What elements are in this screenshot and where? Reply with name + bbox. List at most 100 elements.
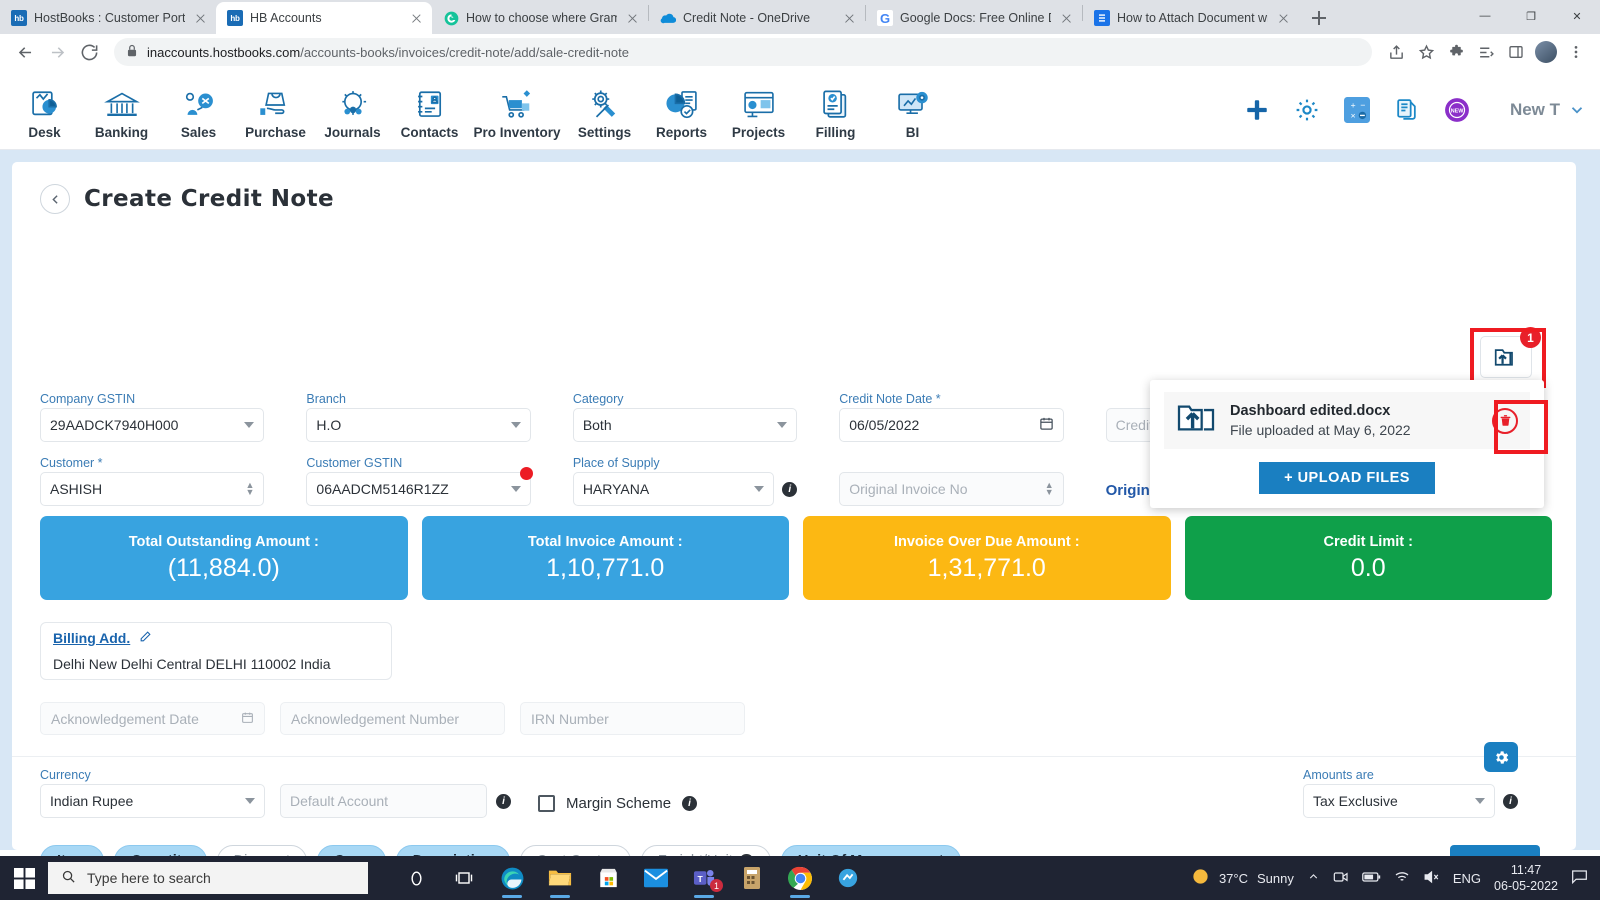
close-icon[interactable]: [408, 10, 424, 26]
info-icon[interactable]: i: [782, 481, 798, 497]
notification-icon[interactable]: [1571, 869, 1588, 887]
nav-item-reports[interactable]: Reports: [643, 80, 720, 140]
browser-tab[interactable]: How to Attach Document wit: [1083, 2, 1299, 34]
wifi-icon[interactable]: [1394, 870, 1410, 887]
teams-icon[interactable]: T 1: [682, 856, 726, 900]
original-invoice-no-input[interactable]: Original Invoice No ▲ ▼: [839, 472, 1064, 506]
back-button[interactable]: [40, 184, 70, 214]
reload-icon[interactable]: [74, 37, 104, 67]
edge-icon[interactable]: [490, 856, 534, 900]
share-icon[interactable]: [1382, 38, 1410, 66]
customer-select[interactable]: ASHISH ▲ ▼: [40, 472, 265, 506]
nav-item-banking[interactable]: Banking: [83, 80, 160, 140]
chrome-menu-icon[interactable]: [1562, 38, 1590, 66]
browser-tab[interactable]: Credit Note - OneDrive: [649, 2, 865, 34]
cortana-icon[interactable]: [394, 856, 438, 900]
customer-gstin-select[interactable]: 06AADCM5146R1ZZ: [306, 472, 531, 506]
billing-address-link[interactable]: Billing Add.: [53, 630, 130, 646]
nav-item-sales[interactable]: Sales: [160, 80, 237, 140]
stepper-icon[interactable]: ▲ ▼: [1045, 481, 1054, 497]
form-row-1: Company GSTIN 29AADCK7940H000 Branch H.O…: [40, 390, 1331, 442]
stepper-icon[interactable]: ▲ ▼: [245, 481, 254, 497]
maximize-button[interactable]: ❐: [1508, 0, 1554, 32]
browser-tab-active[interactable]: hb HB Accounts: [216, 2, 432, 34]
nav-item-journals[interactable]: Journals: [314, 80, 391, 140]
browser-tab[interactable]: G Google Docs: Free Online Do: [866, 2, 1082, 34]
language-indicator[interactable]: ENG: [1453, 871, 1481, 886]
profile-avatar[interactable]: [1532, 38, 1560, 66]
new-tab-button[interactable]: [1305, 4, 1333, 32]
edit-pencil-icon[interactable]: [139, 631, 152, 646]
forward-icon[interactable]: [42, 37, 72, 67]
irn-number-input[interactable]: IRN Number: [520, 702, 745, 735]
calendar-icon[interactable]: [241, 711, 254, 727]
nav-item-pro-inventory[interactable]: Pro Inventory: [468, 80, 566, 140]
close-icon[interactable]: [1058, 10, 1074, 26]
category-select[interactable]: Both: [572, 408, 798, 442]
upload-files-button[interactable]: + UPLOAD FILES: [1259, 462, 1435, 494]
mail-icon[interactable]: [634, 856, 678, 900]
nav-item-projects[interactable]: Projects: [720, 80, 797, 140]
nav-item-contacts[interactable]: Contacts: [391, 80, 468, 140]
margin-scheme-checkbox[interactable]: [538, 795, 555, 812]
address-bar[interactable]: inaccounts.hostbooks.com/accounts-books/…: [114, 38, 1372, 66]
start-button[interactable]: [0, 856, 48, 900]
back-icon[interactable]: [10, 37, 40, 67]
meet-now-icon[interactable]: [1333, 870, 1349, 887]
company-gstin-select[interactable]: 29AADCK7940H000: [40, 408, 265, 442]
info-icon[interactable]: i: [1503, 793, 1518, 809]
new-badge-icon[interactable]: NEW: [1442, 95, 1472, 125]
nav-item-desk[interactable]: Desk: [6, 80, 83, 140]
chevron-up-icon[interactable]: [1307, 870, 1320, 886]
nav-item-filling[interactable]: Filling: [797, 80, 874, 140]
browser-tab[interactable]: hb HostBooks : Customer Portal: [0, 2, 216, 34]
acknowledgement-number-input[interactable]: Acknowledgement Number: [280, 702, 505, 735]
sidebar-icon[interactable]: [1502, 38, 1530, 66]
notes-icon[interactable]: [1392, 95, 1422, 125]
branch-select[interactable]: H.O: [306, 408, 531, 442]
nav-label: Reports: [655, 124, 707, 140]
close-icon[interactable]: [192, 10, 208, 26]
bookmark-star-icon[interactable]: [1412, 38, 1440, 66]
volume-mute-icon[interactable]: [1423, 870, 1440, 887]
credit-note-date-input[interactable]: 06/05/2022: [839, 408, 1064, 442]
task-view-icon[interactable]: [442, 856, 486, 900]
plus-icon[interactable]: [1242, 95, 1272, 125]
gear-icon[interactable]: [1292, 95, 1322, 125]
close-window-button[interactable]: ✕: [1554, 0, 1600, 32]
bi-icon: [895, 80, 931, 122]
chrome-icon[interactable]: [778, 856, 822, 900]
extensions-icon[interactable]: [1442, 38, 1470, 66]
close-icon[interactable]: [841, 10, 857, 26]
default-account-input[interactable]: Default Account: [280, 784, 487, 818]
taskbar-search-input[interactable]: Type here to search: [48, 862, 368, 894]
place-of-supply-select[interactable]: HARYANA: [572, 472, 775, 506]
microsoft-store-icon[interactable]: [586, 856, 630, 900]
grammarly-icon: [443, 10, 459, 26]
reading-list-icon[interactable]: [1472, 38, 1500, 66]
field-customer: Customer * ASHISH ▲ ▼: [40, 454, 265, 506]
app2-icon[interactable]: [826, 856, 870, 900]
amounts-are-select[interactable]: Tax Exclusive: [1303, 784, 1495, 818]
nav-item-bi[interactable]: BI: [874, 80, 951, 140]
info-icon[interactable]: i: [496, 793, 511, 809]
clock[interactable]: 11:47 06-05-2022: [1494, 862, 1558, 894]
settings-icon: [588, 80, 622, 122]
close-icon[interactable]: [624, 10, 640, 26]
user-menu[interactable]: New T: [1510, 100, 1586, 120]
calculator-icon[interactable]: + − ×: [1342, 95, 1372, 125]
app-icon[interactable]: [730, 856, 774, 900]
nav-item-settings[interactable]: Settings: [566, 80, 643, 140]
battery-icon[interactable]: [1362, 871, 1381, 886]
weather-widget[interactable]: 37°C Sunny: [1191, 867, 1294, 889]
calendar-icon[interactable]: [1039, 416, 1054, 434]
minimize-button[interactable]: —: [1462, 0, 1508, 32]
acknowledgement-date-input[interactable]: Acknowledgement Date: [40, 702, 265, 735]
file-explorer-icon[interactable]: [538, 856, 582, 900]
nav-item-purchase[interactable]: Purchase: [237, 80, 314, 140]
browser-tab[interactable]: How to choose where Gramn: [432, 2, 648, 34]
currency-select[interactable]: Indian Rupee: [40, 784, 265, 818]
info-icon[interactable]: i: [682, 796, 698, 811]
close-icon[interactable]: [1275, 10, 1291, 26]
page-header: Create Credit Note: [12, 162, 1576, 214]
